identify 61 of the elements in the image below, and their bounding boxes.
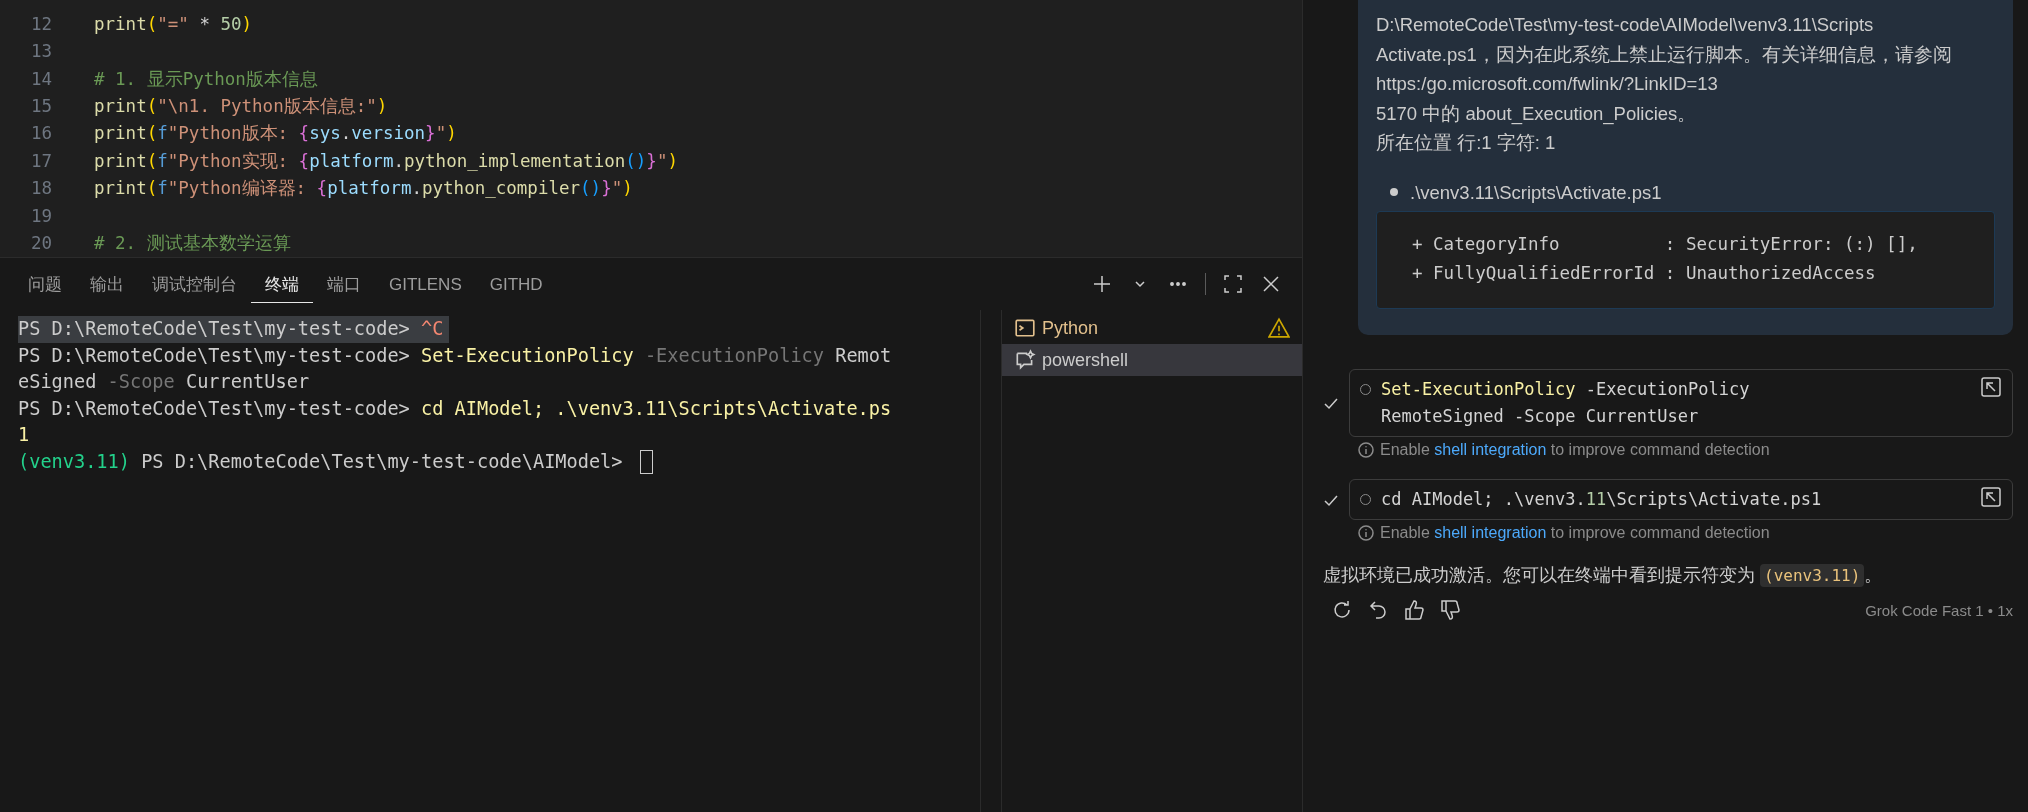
inline-code: (venv3.11) <box>1760 564 1865 587</box>
bullet-dot <box>1390 188 1398 197</box>
panel-tab[interactable]: 调试控制台 <box>138 265 251 303</box>
code-line: # 2. 测试基本数学运算 <box>93 232 291 256</box>
info-icon <box>1358 525 1374 541</box>
hint-text: Enable shell integration to improve command detection <box>1380 524 1770 542</box>
message-text: 5170 中的 about_Execution_Policies。 <box>1376 101 1698 127</box>
thumbs-down-icon[interactable] <box>1439 599 1461 621</box>
panel-tab[interactable]: 端口 <box>313 265 375 303</box>
terminal-icon <box>1014 317 1036 339</box>
line-number: 18 <box>29 178 52 199</box>
line-number: 19 <box>29 205 52 226</box>
terminal-line: PS D:\RemoteCode\Test\my-test-code> cd AIModel; .\venv3.11\Scripts\Activate.ps <box>18 396 893 421</box>
command-block: Set-ExecutionPolicy -ExecutionPolicy RemoteSigned -Scope CurrentUser <box>1349 369 2013 437</box>
terminal-session[interactable]: powershell <box>1002 344 1302 376</box>
panel-tab[interactable]: GITHD <box>475 266 557 302</box>
text-cursor <box>639 449 653 474</box>
terminal-line: PS D:\RemoteCode\Test\my-test-code> Set-ExecutionPolicy -ExecutionPolicy Remot <box>18 343 893 368</box>
maximize-icon[interactable] <box>1222 273 1244 295</box>
warning-icon <box>1268 317 1290 339</box>
panel-tab[interactable]: 输出 <box>76 265 138 303</box>
thumbs-up-icon[interactable] <box>1403 599 1425 621</box>
line-number: 20 <box>29 233 52 254</box>
code-line: print(f"Python版本: {sys.version}") <box>93 122 457 146</box>
reply-text: 虚拟环境已成功激活。您可以在终端中看到提示符变为 (venv3.11) 。 <box>1323 563 1884 589</box>
line-number: 13 <box>29 41 52 62</box>
message-text: 所在位置 行:1 字符: 1 <box>1376 131 1557 155</box>
shell-integration-link[interactable]: shell integration <box>1434 441 1547 458</box>
code-line: # 1. 显示Python版本信息 <box>93 67 318 91</box>
terminal-line: (venv3.11) PS D:\RemoteCode\Test\my-test-code\AIModel> <box>18 449 624 474</box>
code-line: print("\n1. Python版本信息:") <box>93 95 388 119</box>
code-block: + CategoryInfo : SecurityError: (:) [], + FullyQualifiedErrorId : UnauthorizedAccess <box>1376 211 1995 309</box>
open-in-terminal-icon[interactable] <box>1980 376 2002 398</box>
terminal-session[interactable]: Python <box>1002 312 1302 344</box>
line-number: 16 <box>29 123 52 144</box>
code-line: print(f"Python实现: {platform.python_implementation()}") <box>93 149 678 173</box>
message-text: Activate.ps1，因为在此系统上禁止运行脚本。有关详细信息，请参阅 <box>1376 42 1953 67</box>
panel-tab[interactable]: 终端 <box>251 265 313 303</box>
code-line: print(f"Python编译器: {platform.python_compiler()}") <box>93 177 633 201</box>
line-number: 17 <box>29 150 52 171</box>
panel-tab[interactable]: GITLENS <box>375 266 476 302</box>
plus-icon[interactable] <box>1091 273 1113 295</box>
message-text: D:\RemoteCode\Test\my-test-code\AIModel\venv3.11\Scripts <box>1376 13 1875 37</box>
message-text: https:/go.microsoft.com/fwlink/?LinkID=13 <box>1376 72 1719 96</box>
retry-icon[interactable] <box>1331 599 1353 621</box>
line-number: 12 <box>29 13 52 34</box>
terminal-line: 1 <box>18 423 31 447</box>
info-icon <box>1358 442 1374 458</box>
hint-text: Enable shell integration to improve command detection <box>1380 441 1770 459</box>
shell-integration-link[interactable]: shell integration <box>1434 524 1547 541</box>
code-line: print("=" * 50) <box>93 13 253 34</box>
command-block: cd AIModel; .\venv3.11\Scripts\Activate.ps1 <box>1349 479 2013 520</box>
undo-icon[interactable] <box>1367 599 1389 621</box>
open-in-terminal-icon[interactable] <box>1980 486 2002 508</box>
chat-sparkle-icon <box>1014 349 1036 371</box>
panel-tab[interactable]: 问题 <box>14 265 76 303</box>
terminal-line: eSigned -Scope CurrentUser <box>18 370 311 394</box>
line-number: 15 <box>29 96 52 117</box>
model-label: Grok Code Fast 1 • 1x <box>1865 601 2013 619</box>
list-item: .\venv3.11\Scripts\Activate.ps1 <box>1410 180 1662 205</box>
line-number: 14 <box>29 68 52 89</box>
